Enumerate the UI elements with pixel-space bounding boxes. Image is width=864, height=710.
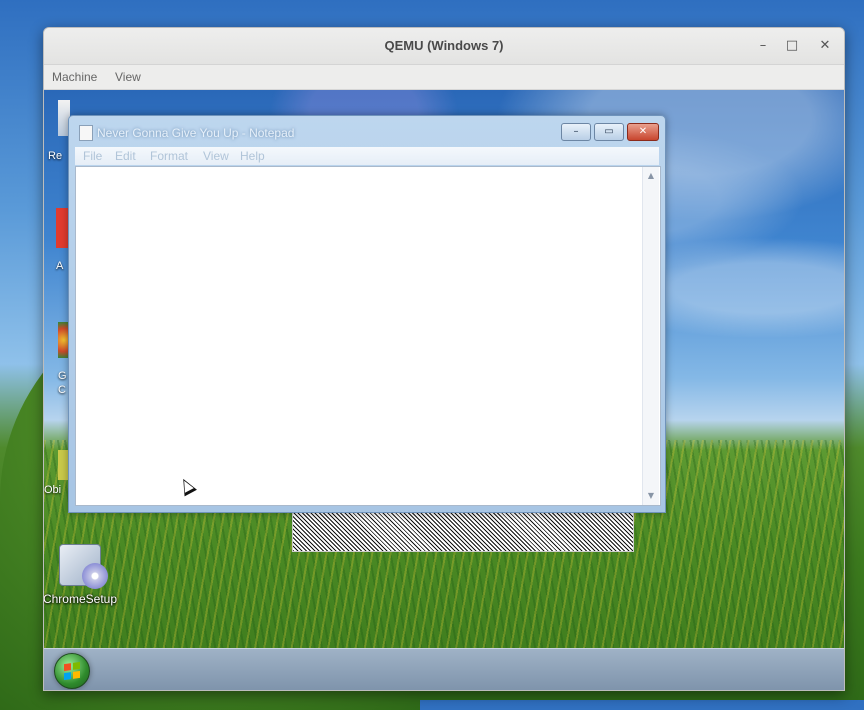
- app-icon-red[interactable]: [56, 208, 68, 248]
- desktop-label-partial: A: [56, 260, 64, 272]
- qemu-titlebar[interactable]: QEMU (Windows 7) – □ ✕: [44, 28, 844, 65]
- scroll-down-icon[interactable]: ▼: [646, 491, 656, 501]
- close-icon[interactable]: ✕: [814, 36, 836, 56]
- menu-machine[interactable]: Machine: [52, 70, 97, 84]
- desktop-icon-label: ChromeSetup: [44, 592, 118, 606]
- minimize-icon[interactable]: –: [752, 36, 774, 56]
- notepad-scrollbar[interactable]: ▲ ▼: [642, 167, 659, 505]
- notepad-icon: [79, 125, 93, 141]
- guest-desktop[interactable]: Re A G C Obi ChromeSetup Never Gonna Giv…: [44, 90, 844, 690]
- notepad-menu-edit[interactable]: Edit: [115, 149, 136, 163]
- notepad-title: Never Gonna Give You Up - Notepad: [97, 126, 295, 140]
- qemu-title: QEMU (Windows 7): [384, 38, 504, 53]
- notepad-maximize-button[interactable]: ▭: [594, 123, 624, 141]
- notepad-minimize-button[interactable]: –: [561, 123, 591, 141]
- windows-logo-icon: [64, 661, 80, 681]
- notepad-window: Never Gonna Give You Up - Notepad – ▭ ✕ …: [68, 115, 666, 513]
- qemu-menubar: Machine View: [44, 65, 844, 90]
- menu-view[interactable]: View: [115, 70, 141, 84]
- taskbar: [44, 648, 844, 690]
- start-button[interactable]: [54, 653, 90, 689]
- maximize-icon[interactable]: □: [781, 36, 803, 56]
- qemu-window: QEMU (Windows 7) – □ ✕ Machine View Re A…: [43, 27, 845, 691]
- notepad-menubar: File Edit Format View Help: [75, 147, 659, 165]
- desktop-label-partial: G: [58, 370, 67, 382]
- desktop-icon-chromesetup[interactable]: ChromeSetup: [44, 544, 120, 606]
- notepad-menu-format[interactable]: Format: [150, 149, 188, 163]
- notepad-text-area[interactable]: [75, 166, 661, 506]
- scrollbar-track[interactable]: [642, 167, 659, 505]
- desktop-label-partial: Obi: [44, 484, 62, 496]
- installer-icon: [59, 544, 108, 589]
- notepad-menu-file[interactable]: File: [83, 149, 102, 163]
- desktop-label-partial: Re: [48, 150, 63, 162]
- notepad-close-button[interactable]: ✕: [627, 123, 659, 141]
- desktop-label-partial: C: [58, 384, 66, 396]
- notepad-menu-view[interactable]: View: [203, 149, 229, 163]
- render-artifact-block: [292, 510, 634, 552]
- notepad-menu-help[interactable]: Help: [240, 149, 265, 163]
- scroll-up-icon[interactable]: ▲: [646, 171, 656, 181]
